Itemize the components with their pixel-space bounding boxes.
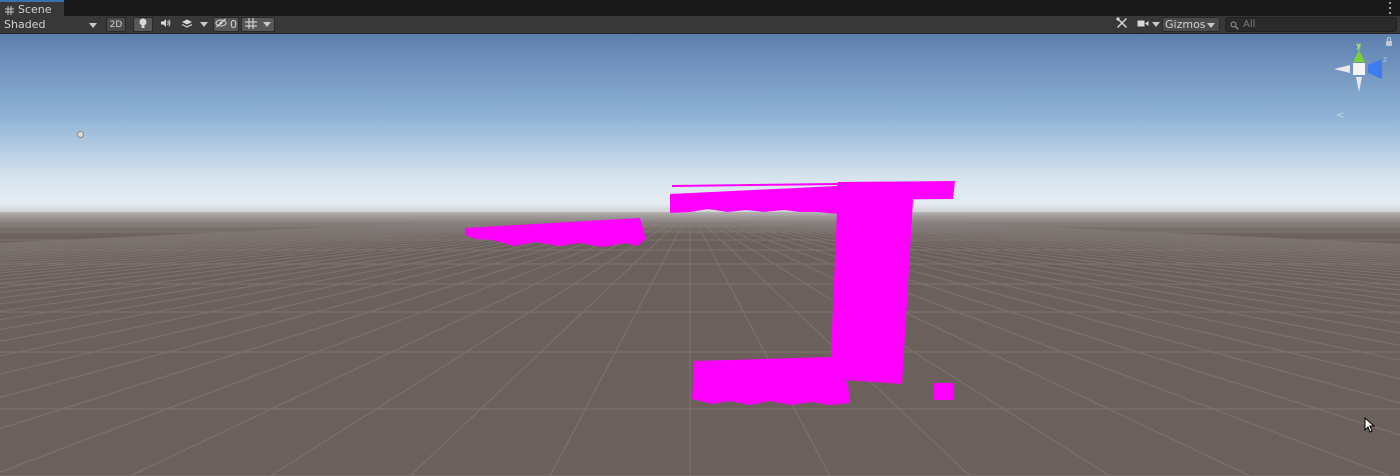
projection-label[interactable]: < [1336, 110, 1344, 121]
tab-scene[interactable]: Scene [0, 0, 64, 16]
camera-settings-dropdown[interactable] [1134, 17, 1162, 32]
effects-dropdown[interactable] [177, 17, 211, 32]
lightbulb-icon [138, 18, 148, 32]
chevron-down-icon [1152, 22, 1160, 27]
sky [0, 34, 1400, 219]
lighting-toggle[interactable] [133, 17, 153, 32]
scene-viewport[interactable]: y z < [0, 34, 1400, 476]
axis-z-icon [1368, 59, 1382, 79]
gizmos-dropdown[interactable]: Gizmos [1162, 17, 1220, 32]
center-cube-icon [1353, 63, 1365, 75]
visibility-icon [215, 18, 227, 31]
search-icon [1230, 15, 1239, 34]
platform-bottom [692, 357, 850, 405]
audio-toggle[interactable] [155, 17, 175, 32]
audio-icon [160, 18, 171, 31]
effects-icon [181, 18, 193, 31]
grid-snap-dropdown[interactable] [241, 17, 275, 32]
camera-icon [1137, 18, 1149, 31]
gizmos-label: Gizmos [1165, 18, 1206, 31]
grid-snap-icon [245, 17, 257, 32]
draw-mode-dropdown[interactable]: Shaded [0, 17, 102, 32]
hidden-count: 0 [230, 18, 237, 31]
tools-icon [1116, 17, 1128, 32]
toggle-2d-label: 2D [109, 19, 123, 30]
toggle-2d-button[interactable]: 2D [106, 17, 126, 32]
search-field[interactable]: All [1225, 17, 1397, 32]
chevron-down-icon [200, 22, 208, 27]
scene-visibility-toggle[interactable]: 0 [213, 17, 239, 32]
tab-label: Scene [18, 2, 52, 16]
scene-window: Scene Shaded 2D 0 Gizmos All y z < [0, 0, 1400, 476]
scene-render [0, 34, 1400, 476]
tab-bar: Scene [0, 0, 1400, 17]
chevron-down-icon [263, 22, 271, 27]
axis-z-label: z [1383, 55, 1387, 64]
orientation-gizmo[interactable]: y z [1326, 42, 1392, 102]
chevron-down-icon [89, 23, 97, 28]
axis-y-neg-icon [1356, 77, 1362, 92]
pillar [830, 184, 914, 384]
small-cube [934, 383, 953, 400]
draw-mode-label: Shaded [4, 18, 46, 31]
more-options-icon[interactable] [1389, 2, 1392, 14]
tools-button[interactable] [1112, 17, 1132, 32]
axis-y-label: y [1356, 42, 1361, 50]
chevron-down-icon [1207, 23, 1215, 28]
search-placeholder: All [1243, 19, 1256, 30]
scene-toolbar: Shaded 2D 0 Gizmos All [0, 16, 1400, 34]
lock-icon[interactable] [1386, 37, 1392, 46]
light-gizmo-icon[interactable] [77, 131, 84, 138]
axis-x-neg-icon [1334, 65, 1350, 73]
